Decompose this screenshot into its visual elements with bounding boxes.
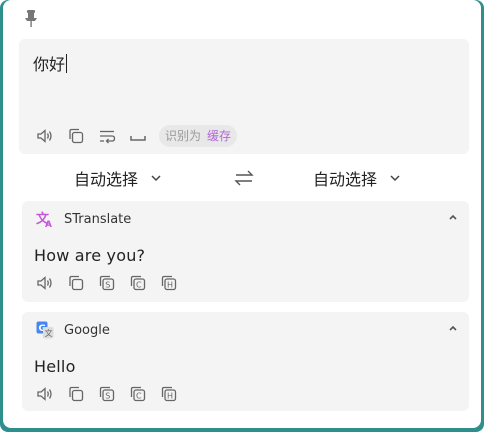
result-card-google: G 文 Google Hello S C H: [22, 312, 469, 411]
copy-snake-case-button[interactable]: S: [97, 273, 117, 293]
copy-hump-case-button[interactable]: H: [159, 273, 179, 293]
source-language-label: 自动选择: [74, 170, 139, 189]
input-area[interactable]: 你好 识别为 缓存: [19, 39, 469, 154]
svg-text:C: C: [136, 281, 142, 290]
svg-text:C: C: [136, 392, 142, 401]
copy-h-icon: H: [161, 386, 177, 402]
speaker-icon: [37, 276, 52, 290]
chevron-down-icon: [151, 175, 161, 182]
chevron-up-icon[interactable]: [447, 322, 459, 334]
input-value: 你好: [33, 55, 66, 74]
speak-button[interactable]: [35, 384, 55, 404]
app-window: 你好 识别为 缓存 自动选择 自动选择 文 A STranslate How a…: [0, 0, 484, 432]
svg-text:文: 文: [45, 328, 53, 338]
copy-snake-case-button[interactable]: S: [97, 384, 117, 404]
speaker-icon: [37, 387, 52, 401]
copy-button[interactable]: [66, 273, 86, 293]
swap-languages-icon[interactable]: [233, 167, 255, 189]
copy-camel-case-button[interactable]: C: [128, 273, 148, 293]
copy-camel-case-button[interactable]: C: [128, 384, 148, 404]
svg-text:S: S: [105, 392, 110, 401]
input-toolbar: 识别为 缓存: [35, 125, 238, 147]
remove-linebreak-button[interactable]: [97, 126, 117, 146]
copy-icon: [69, 386, 84, 402]
copy-c-icon: C: [130, 275, 146, 291]
copy-s-icon: S: [99, 275, 115, 291]
language-selector-row: 自动选择 自动选择: [19, 166, 469, 190]
chevron-down-icon: [390, 175, 400, 182]
detect-label: 识别为: [165, 129, 202, 143]
copy-button[interactable]: [66, 126, 86, 146]
copy-hump-case-button[interactable]: H: [159, 384, 179, 404]
space-icon: [130, 136, 146, 141]
pin-icon[interactable]: [20, 7, 42, 29]
copy-s-icon: S: [99, 386, 115, 402]
source-language-select[interactable]: 自动选择: [74, 166, 162, 190]
engine-name: Google: [64, 322, 110, 338]
svg-text:H: H: [167, 281, 173, 290]
copy-h-icon: H: [161, 275, 177, 291]
chevron-up-icon[interactable]: [447, 211, 459, 223]
copy-button[interactable]: [66, 384, 86, 404]
google-translate-logo-icon: G 文: [36, 321, 54, 339]
svg-text:H: H: [167, 392, 173, 401]
main-panel: 你好 识别为 缓存 自动选择 自动选择 文 A STranslate How a…: [3, 0, 481, 428]
result-text: How are you?: [34, 246, 146, 265]
detect-language-badge: 识别为 缓存: [159, 125, 238, 147]
speaker-icon: [37, 129, 52, 143]
copy-icon: [69, 128, 84, 144]
engine-name: STranslate: [64, 211, 132, 227]
target-language-label: 自动选择: [313, 170, 378, 189]
result-card-stranslate: 文 A STranslate How are you? S C H: [22, 201, 469, 302]
svg-text:A: A: [45, 220, 52, 228]
result-header[interactable]: 文 A STranslate: [36, 209, 131, 229]
wrap-icon: [100, 130, 116, 144]
svg-text:S: S: [105, 281, 110, 290]
copy-icon: [69, 275, 84, 291]
stranslate-logo-icon: 文 A: [36, 211, 52, 228]
speak-button[interactable]: [35, 273, 55, 293]
result-text: Hello: [34, 357, 76, 376]
copy-c-icon: C: [130, 386, 146, 402]
speak-button[interactable]: [35, 126, 55, 146]
result-header[interactable]: G 文 Google: [36, 320, 110, 340]
result-toolbar: S C H: [35, 273, 190, 293]
cache-label: 缓存: [207, 129, 232, 143]
target-language-select[interactable]: 自动选择: [313, 166, 401, 190]
result-toolbar: S C H: [35, 384, 190, 404]
input-text[interactable]: 你好: [33, 51, 68, 75]
text-caret: [66, 54, 68, 73]
remove-space-button[interactable]: [128, 126, 148, 146]
